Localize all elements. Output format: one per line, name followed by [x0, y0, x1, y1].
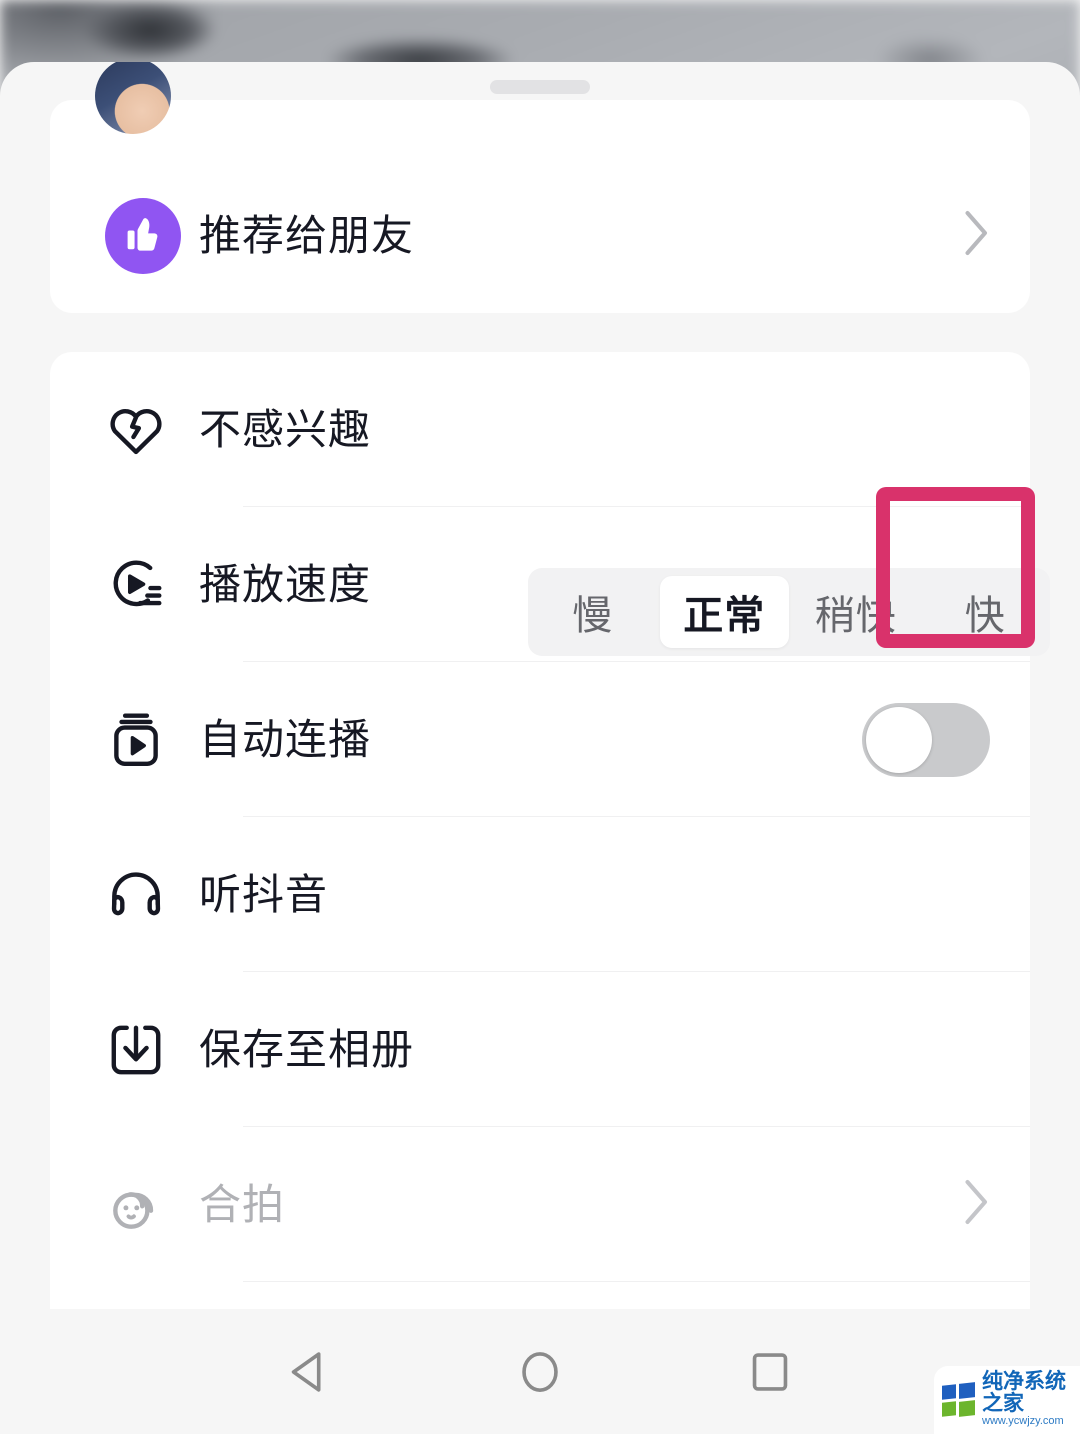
- square-recents-icon[interactable]: [735, 1337, 805, 1407]
- divider: [243, 1281, 1030, 1282]
- download-icon: [105, 1019, 185, 1081]
- share-card: 推荐给朋友: [50, 62, 1030, 313]
- row-label: 听抖音: [199, 870, 329, 918]
- watermark-url: www.ycwjzy.com: [982, 1415, 1064, 1428]
- row-not-interested[interactable]: 不感兴趣: [50, 352, 1030, 507]
- speed-option-fast[interactable]: 快: [921, 576, 1051, 648]
- row-label: 不感兴趣: [199, 405, 372, 453]
- row-listen-douyin[interactable]: 听抖音: [50, 817, 1030, 972]
- row-label: 播放速度: [199, 560, 372, 608]
- row-label: 合拍: [199, 1180, 286, 1228]
- toggle-knob: [866, 706, 932, 773]
- site-watermark: 纯净系统之家 www.ycwjzy.com: [934, 1366, 1080, 1434]
- chevron-right-icon: [960, 1177, 990, 1232]
- autoplay-icon: [105, 709, 185, 771]
- speed-option-slightly-fast[interactable]: 稍快: [791, 576, 921, 648]
- row-label: 推荐给朋友: [199, 211, 415, 259]
- thumbs-up-icon: [105, 197, 185, 274]
- row-playback-speed[interactable]: 播放速度 慢 正常 稍快 快: [50, 507, 1050, 662]
- speed-option-slow[interactable]: 慢: [528, 576, 658, 648]
- avatar[interactable]: [95, 62, 171, 134]
- autoplay-toggle[interactable]: [862, 702, 990, 777]
- drag-handle[interactable]: [490, 80, 590, 94]
- duet-face-icon: [105, 1174, 185, 1236]
- actions-card: 不感兴趣 播放速度 慢 正常 稍快 快 自动连播 听抖音 保存至相册 合拍: [50, 352, 1050, 1309]
- row-recommend-to-friends[interactable]: 推荐给朋友: [50, 158, 1030, 313]
- bottom-sheet: 推荐给朋友 不感兴趣 播放速度 慢 正常 稍快 快 自动连播 听抖音 保存至相册…: [0, 62, 1080, 1309]
- speed-option-normal[interactable]: 正常: [659, 576, 789, 648]
- circle-home-icon[interactable]: [505, 1337, 575, 1407]
- triangle-back-icon[interactable]: [275, 1337, 345, 1407]
- row-save-to-album[interactable]: 保存至相册: [50, 972, 1030, 1127]
- watermark-title: 纯净系统之家: [982, 1370, 1066, 1416]
- row-autoplay[interactable]: 自动连播: [50, 662, 1030, 817]
- android-navigation-bar: [0, 1309, 1080, 1434]
- windows-logo-icon: [942, 1382, 976, 1417]
- row-duet[interactable]: 合拍: [50, 1127, 1030, 1282]
- playback-speed-segmented-control[interactable]: 慢 正常 稍快 快: [528, 568, 1050, 656]
- row-label: 保存至相册: [199, 1025, 415, 1073]
- row-label: 自动连播: [199, 715, 372, 763]
- broken-heart-icon: [105, 399, 185, 461]
- chevron-right-icon: [960, 208, 990, 263]
- playback-speed-icon: [105, 554, 185, 616]
- headphones-icon: [105, 864, 185, 926]
